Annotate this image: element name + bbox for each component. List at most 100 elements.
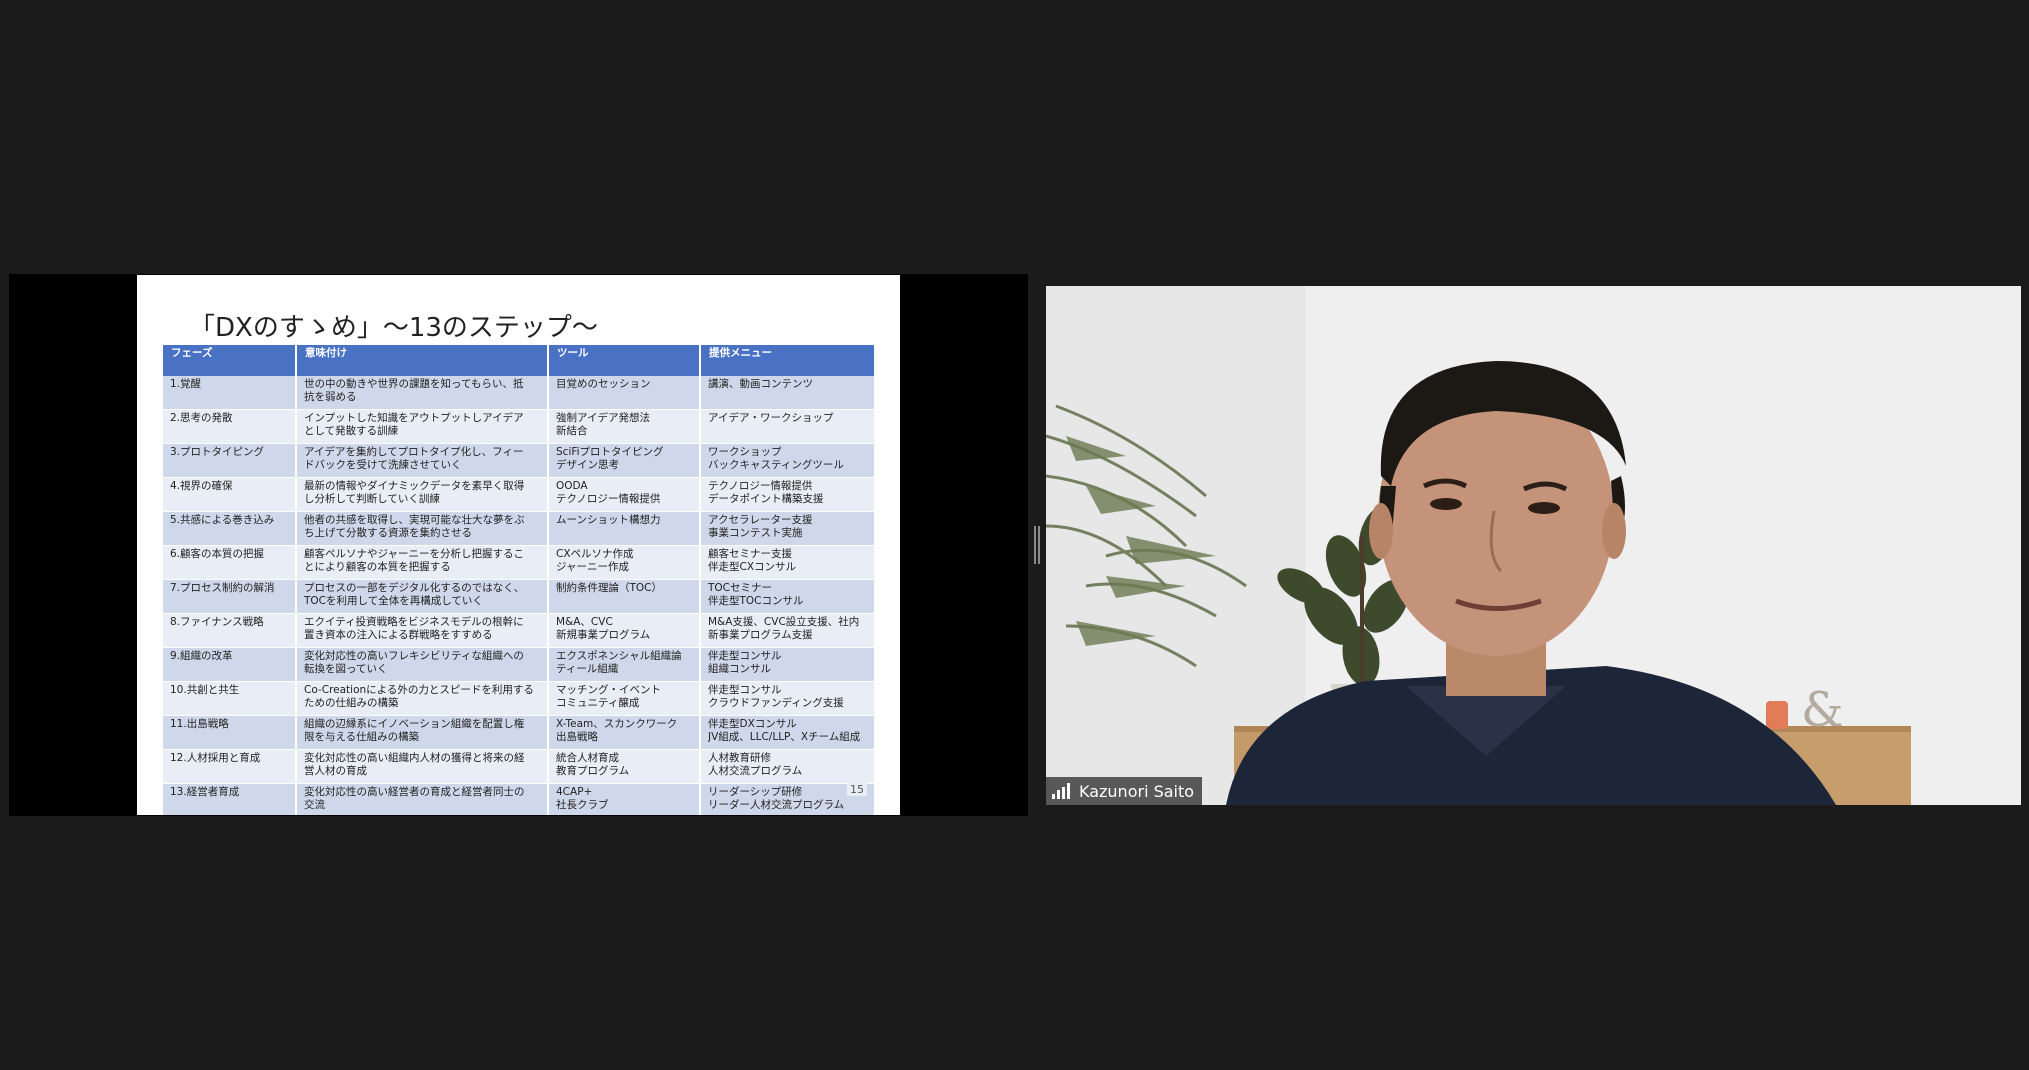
cell-text: 伴走型コンサル [708, 684, 782, 696]
table-row: 11.出島戦略 組織の辺縁系にイノベーション組織を配置し権 限を与える仕組みの構築 X… [163, 715, 876, 750]
meaning-cell: 顧客ペルソナやジャーニーを分析し把握するこ とにより顧客の本質を把握する [296, 545, 549, 580]
cell-text: クラウドファンディング支援 [708, 696, 844, 709]
table-row: 10.共創と共生 Co-Creationによる外の力とスピードを利用する ための仕組… [163, 681, 876, 716]
phase-cell: 10.共創と共生 [163, 681, 297, 716]
cell-text: TOCを利用して全体を再構成していく [304, 594, 483, 607]
table-row: 3.プロトタイピング アイデアを集約してプロトタイプ化し、フィー ドバックを受けて洗… [163, 443, 876, 478]
cell-text: 変化対応性の高い組織内人材の獲得と将来の経 [304, 752, 525, 764]
header-menu: 提供メニュー [700, 345, 876, 376]
screen-share-panel[interactable]: 「DXのすゝめ」〜13のステップ〜 フェーズ 意味付け ツール 提供メニュー 1… [9, 274, 1028, 816]
cell-text: 制約条件理論（TOC） [556, 582, 663, 594]
cell-text: アイデアを集約してプロトタイプ化し、フィー [304, 446, 524, 458]
tool-cell: M&A、CVC 新規事業プログラム [548, 613, 701, 648]
menu-cell: 伴走型DXコンサル JV組成、LLC/LLP、Xチーム組成 [700, 715, 876, 750]
table-row: 2.思考の発散 インプットした知識をアウトプットしアイデア として発散する訓練 強制ア… [163, 409, 876, 444]
meaning-cell: インプットした知識をアウトプットしアイデア として発散する訓練 [296, 409, 549, 444]
participant-video[interactable]: & Kazunori Saito [1046, 286, 2021, 805]
cell-text: バックキャスティングツール [708, 458, 844, 471]
slide-page-number: 15 [847, 783, 867, 796]
participant-name-tag: Kazunori Saito [1046, 777, 1203, 805]
cell-text: 組織の辺縁系にイノベーション組織を配置し権 [304, 718, 525, 730]
cell-text: 変化対応性の高い経営者の育成と経営者同士の [304, 786, 525, 798]
table-row: 8.ファイナンス戦略 エクイティ投資戦略をビジネスモデルの根幹に 置き資本の注入によ… [163, 613, 876, 648]
slide-title: 「DXのすゝめ」〜13のステップ〜 [189, 313, 598, 343]
table-row: 4.視界の確保 最新の情報やダイナミックデータを素早く取得 し分析して判断していく訓… [163, 477, 876, 512]
cell-text: 9.組織の改革 [170, 650, 233, 662]
menu-cell: M&A支援、CVC設立支援、社内 新事業プログラム支援 [700, 613, 876, 648]
cell-text: 社長クラブ [556, 798, 609, 811]
phase-cell: 13.経営者育成 [163, 783, 297, 815]
svg-text:&: & [1801, 682, 1844, 738]
menu-cell: 講演、動画コンテンツ [700, 376, 876, 410]
tool-cell: X-Team、スカンクワーク 出島戦略 [548, 715, 701, 750]
cell-text: インプットした知識をアウトプットしアイデア [304, 412, 524, 424]
tool-cell: 統合人材育成 教育プログラム [548, 749, 701, 784]
cell-text: リーダーシップ研修 [708, 786, 803, 798]
cell-text: 6.顧客の本質の把握 [170, 548, 265, 560]
cell-text: 4.視界の確保 [170, 480, 233, 492]
cell-text: ジャーニー作成 [556, 560, 629, 573]
phase-cell: 4.視界の確保 [163, 477, 297, 512]
meaning-cell: 変化対応性の高いフレキシビリティな組織への 転換を図っていく [296, 647, 549, 682]
table-row: 1.覚醒 世の中の動きや世界の課題を知ってもらい、抵 抗を弱める 目覚めのセッション講… [163, 376, 876, 410]
menu-cell: 顧客セミナー支援 伴走型CXコンサル [700, 545, 876, 580]
cell-text: アイデア・ワークショップ [708, 412, 834, 424]
cell-text: CXペルソナ作成 [556, 548, 634, 560]
phase-cell: 7.プロセス制約の解消 [163, 579, 297, 614]
cell-text: とにより顧客の本質を把握する [304, 560, 451, 573]
cell-text: 11.出島戦略 [170, 718, 229, 730]
table-row: 9.組織の改革 変化対応性の高いフレキシビリティな組織への 転換を図っていく エクスポ… [163, 647, 876, 682]
phase-cell: 3.プロトタイピング [163, 443, 297, 478]
cell-text: 営人材の育成 [304, 764, 367, 777]
meaning-cell: プロセスの一部をデジタル化するのではなく、 TOCを利用して全体を再構成していく [296, 579, 549, 614]
cell-text: 4CAP+ [556, 786, 593, 798]
cell-text: 転換を図っていく [304, 662, 388, 675]
cell-text: 3.プロトタイピング [170, 446, 265, 458]
table-row: 5.共感による巻き込み 他者の共感を取得し、実現可能な壮大な夢をぶ ち上げて分散する… [163, 511, 876, 546]
cell-text: 1.覚醒 [170, 378, 202, 390]
menu-cell: アクセラレーター支援 事業コンテスト実施 [700, 511, 876, 546]
menu-cell: 人材教育研修 人材交流プログラム [700, 749, 876, 784]
cell-text: デザイン思考 [556, 458, 619, 471]
cell-text: ドバックを受けて洗練させていく [304, 458, 462, 471]
table-body: 1.覚醒 世の中の動きや世界の課題を知ってもらい、抵 抗を弱める 目覚めのセッション講… [163, 376, 876, 815]
table-row: 13.経営者育成 変化対応性の高い経営者の育成と経営者同士の 交流 4CAP+ 社長クラ… [163, 783, 876, 815]
phase-cell: 1.覚醒 [163, 376, 297, 410]
cell-text: 10.共創と共生 [170, 684, 240, 696]
cell-text: ワークショップ [708, 446, 782, 458]
menu-cell: 伴走型コンサル 組織コンサル [700, 647, 876, 682]
cell-text: 他者の共感を取得し、実現可能な壮大な夢をぶ [304, 514, 525, 526]
cell-text: 顧客ペルソナやジャーニーを分析し把握するこ [304, 548, 524, 560]
cell-text: 組織コンサル [708, 662, 771, 675]
cell-text: 出島戦略 [556, 730, 598, 743]
table-row: 7.プロセス制約の解消 プロセスの一部をデジタル化するのではなく、 TOCを利用して… [163, 579, 876, 614]
cell-text: 最新の情報やダイナミックデータを素早く取得 [304, 480, 525, 492]
cell-text: 目覚めのセッション [556, 378, 651, 390]
tool-cell: 4CAP+ 社長クラブ [548, 783, 701, 815]
signal-strength-icon [1052, 783, 1072, 799]
webcam-feed-image: & [1046, 286, 2021, 805]
cell-text: 事業コンテスト実施 [708, 526, 803, 539]
cell-text: として発散する訓練 [304, 424, 399, 437]
cell-text: 新事業プログラム支援 [708, 628, 813, 641]
phase-cell: 11.出島戦略 [163, 715, 297, 750]
cell-text: TOCセミナー [708, 582, 773, 594]
phase-cell: 8.ファイナンス戦略 [163, 613, 297, 648]
cell-text: 5.共感による巻き込み [170, 514, 275, 526]
cell-text: テクノロジー情報提供 [556, 492, 661, 505]
cell-text: OODA [556, 480, 588, 492]
phase-cell: 2.思考の発散 [163, 409, 297, 444]
panel-resize-handle[interactable] [1034, 526, 1041, 564]
table-header-row: フェーズ 意味付け ツール 提供メニュー [163, 345, 876, 376]
tool-cell: OODA テクノロジー情報提供 [548, 477, 701, 512]
meaning-cell: Co-Creationによる外の力とスピードを利用する ための仕組みの構築 [296, 681, 549, 716]
cell-text: データポイント構築支援 [708, 492, 824, 505]
phase-cell: 12.人材採用と育成 [163, 749, 297, 784]
cell-text: SciFiプロトタイピング [556, 446, 664, 458]
cell-text: 8.ファイナンス戦略 [170, 616, 264, 628]
menu-cell: TOCセミナー 伴走型TOCコンサル [700, 579, 876, 614]
cell-text: 顧客セミナー支援 [708, 548, 792, 560]
cell-text: 人材交流プログラム [708, 764, 803, 777]
cell-text: ための仕組みの構築 [304, 696, 399, 709]
cell-text: 12.人材採用と育成 [170, 752, 261, 764]
